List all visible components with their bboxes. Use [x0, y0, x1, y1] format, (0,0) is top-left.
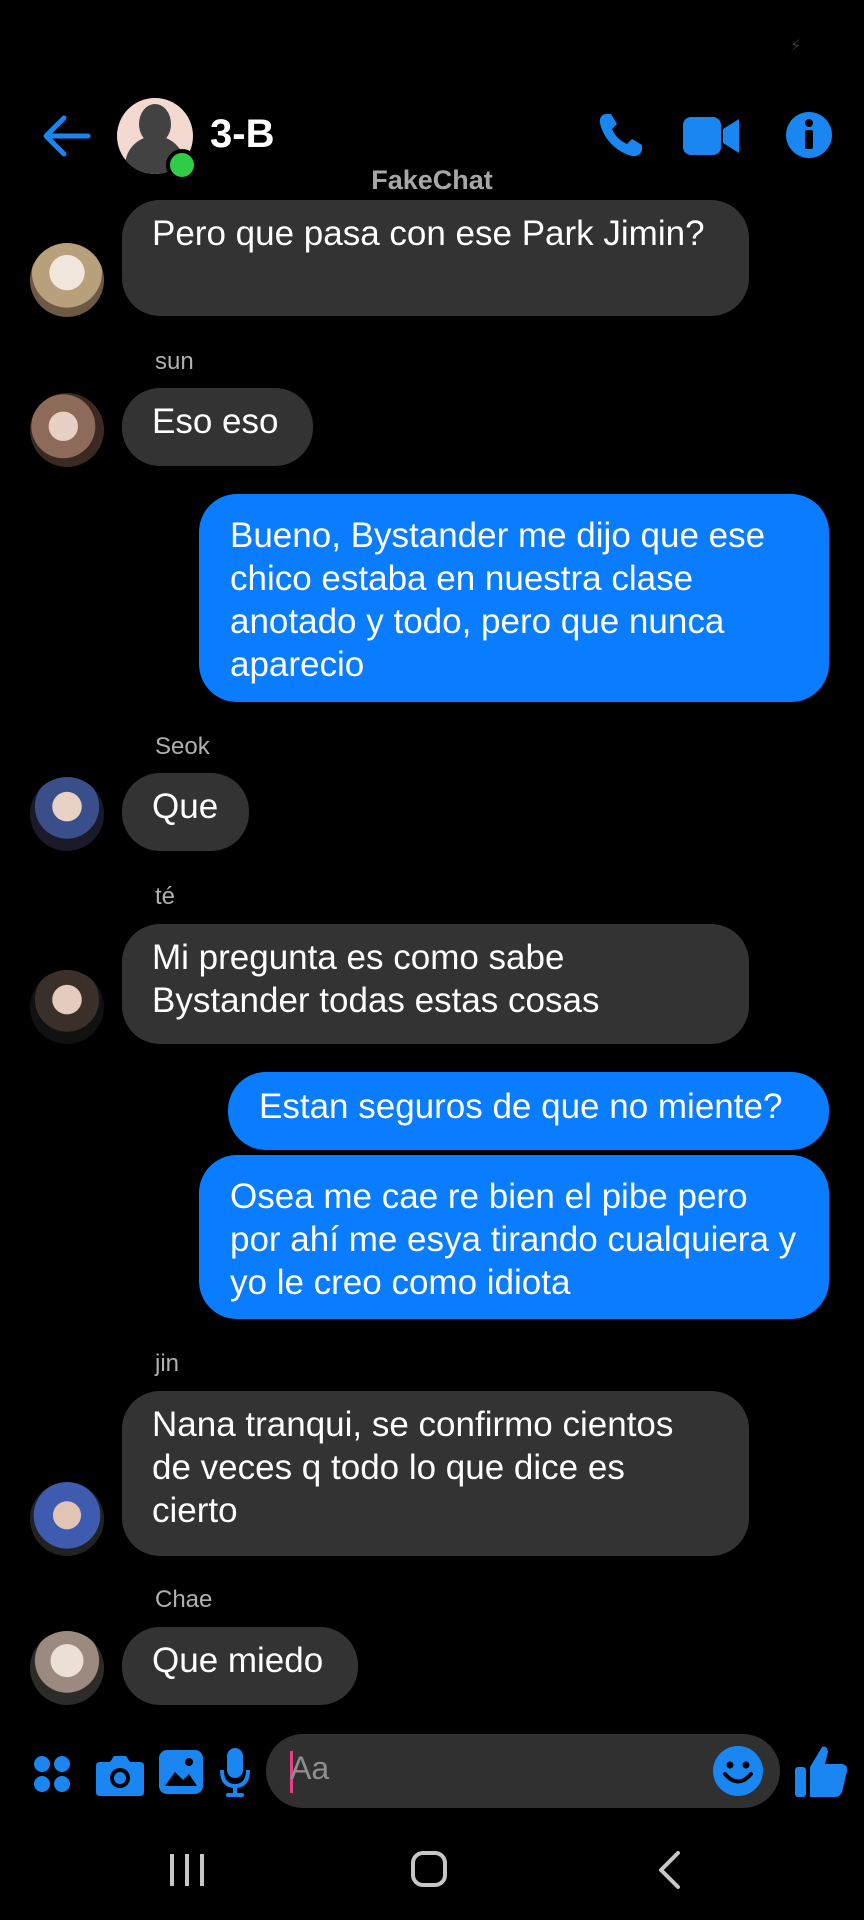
apps-icon[interactable] — [32, 1754, 72, 1794]
charging-icon: ⚡ — [790, 38, 802, 55]
message-bubble[interactable]: Que miedo — [122, 1627, 358, 1705]
message-bubble[interactable]: Que — [122, 773, 249, 851]
recent-apps-icon[interactable] — [168, 1852, 206, 1888]
camera-icon[interactable] — [96, 1752, 144, 1796]
video-camera-icon[interactable] — [683, 113, 741, 159]
emoji-icon[interactable] — [712, 1745, 764, 1797]
back-arrow-icon[interactable] — [40, 110, 92, 162]
avatar[interactable] — [30, 1631, 104, 1705]
back-nav-icon[interactable] — [656, 1850, 682, 1890]
sender-name: Chae — [155, 1586, 213, 1613]
system-nav-bar — [0, 1820, 864, 1920]
info-icon[interactable] — [784, 110, 834, 160]
message-bubble[interactable]: Osea me cae re bien el pibe pero por ahí… — [199, 1155, 829, 1319]
avatar[interactable] — [30, 1482, 104, 1556]
avatar[interactable] — [30, 243, 104, 317]
chat-title[interactable]: 3-B — [210, 112, 274, 157]
message-bubble[interactable]: Nana tranqui, se confirmo cientos de vec… — [122, 1391, 749, 1556]
chat-header: ⚡ 3-B FakeChat — [0, 0, 864, 200]
sender-name: sun — [155, 348, 194, 375]
home-icon[interactable] — [410, 1850, 448, 1888]
avatar[interactable] — [30, 970, 104, 1044]
message-input-placeholder: Aa — [290, 1750, 330, 1786]
image-icon[interactable] — [159, 1750, 203, 1794]
sender-name: Seok — [155, 733, 210, 760]
microphone-icon[interactable] — [220, 1748, 250, 1798]
message-bubble[interactable]: Estan seguros de que no miente? — [228, 1072, 829, 1150]
watermark: FakeChat — [371, 165, 493, 195]
message-input[interactable]: Aa — [266, 1734, 780, 1808]
phone-icon[interactable] — [596, 110, 646, 160]
sender-name: jin — [155, 1350, 180, 1377]
message-bubble[interactable]: Pero que pasa con ese Park Jimin? — [122, 200, 749, 316]
avatar[interactable] — [30, 777, 104, 851]
message-bubble[interactable]: Bueno, Bystander me dijo que ese chico e… — [199, 494, 829, 702]
message-bubble[interactable]: Mi pregunta es como sabe Bystander todas… — [122, 924, 749, 1044]
thumbs-up-icon[interactable] — [793, 1743, 849, 1799]
message-bubble[interactable]: Eso eso — [122, 388, 313, 466]
sender-name: té — [155, 883, 176, 910]
avatar[interactable] — [30, 393, 104, 467]
